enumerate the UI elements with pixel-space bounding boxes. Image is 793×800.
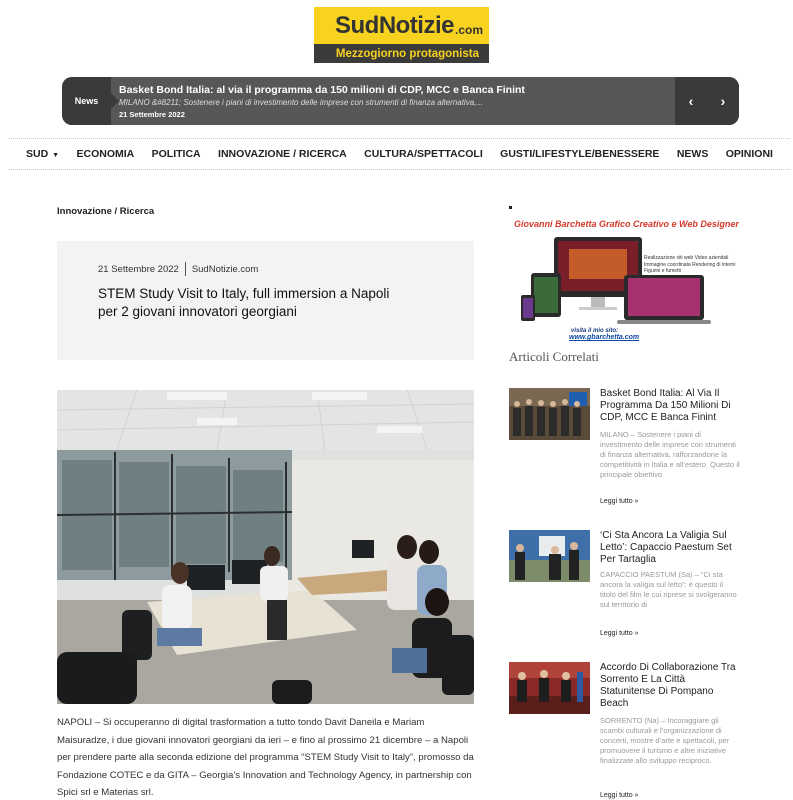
related-articles-heading: Articoli Correlati (509, 349, 599, 364)
logo-tagline: Mezzogiorno protagonista (314, 44, 489, 63)
related-thumbnail[interactable] (509, 530, 590, 582)
read-more-link[interactable]: Leggi tutto » (600, 630, 639, 637)
article-title: STEM Study Visit to Italy, full immersio… (98, 286, 390, 319)
related-thumbnail[interactable] (509, 662, 590, 714)
nav-item-gusti[interactable]: GUSTI/LIFESTYLE/BENESSERE (500, 148, 659, 160)
caret-down-icon: ▼ (52, 152, 60, 159)
nav-item-sud[interactable]: SUD ▼ (26, 148, 59, 160)
ticker-nav: ‹ › (675, 77, 739, 125)
related-article-title-link[interactable]: Basket Bond Italia: Al Via Il Programma … (600, 388, 740, 424)
ticker-headline-link[interactable]: Basket Bond Italia: al via il programma … (119, 84, 525, 96)
article-date: 21 Settembre 2022 (98, 263, 179, 275)
nav-item-innovazione[interactable]: INNOVAZIONE / RICERCA (218, 148, 347, 160)
nav-item-cultura[interactable]: CULTURA/SPETTACOLI (364, 148, 483, 160)
article-category[interactable]: Innovazione / Ricerca (57, 206, 154, 217)
ticker-date: 21 Settembre 2022 (119, 110, 185, 119)
sidebar-ad-banner[interactable]: Giovanni Barchetta Grafico Creativo e We… (509, 215, 739, 342)
nav-item-label: SUD (26, 148, 49, 160)
related-article-title-link[interactable]: Accordo Di Collaborazione Tra Sorrento E… (600, 662, 740, 710)
nav-item-economia[interactable]: ECONOMIA (77, 148, 135, 160)
office-photo-illustration (57, 390, 474, 704)
nav-item-opinioni[interactable]: OPINIONI (726, 148, 773, 160)
article-body: NAPOLI – Si occuperanno di digital trasf… (57, 717, 474, 798)
article-meta: 21 Settembre 2022 SudNotizie.com (98, 262, 258, 276)
ticker-next-button[interactable]: › (721, 93, 726, 109)
related-article-excerpt: SORRENTO (Na) – Incoraggiare gli scambi … (600, 716, 730, 765)
ad-title: Giovanni Barchetta Grafico Creativo e We… (514, 219, 739, 229)
read-more-link[interactable]: Leggi tutto » (600, 498, 639, 505)
article-source: SudNotizie.com (191, 263, 259, 275)
meta-divider (184, 262, 186, 276)
main-nav: SUD ▼ ECONOMIA POLITICA INNOVAZIONE / RIC… (9, 138, 790, 170)
ad-description: Realizzazione siti web Video aziendali I… (644, 255, 736, 274)
related-article-title-link[interactable]: ‘Ci Sta Ancora La Valigia Sul Letto’: Ca… (600, 530, 740, 566)
devices-mockup-illustration (521, 237, 711, 324)
ad-url-link[interactable]: www.gbarchetta.com (569, 334, 639, 341)
article-header: 21 Settembre 2022 SudNotizie.com STEM St… (57, 241, 474, 360)
logo-brand: SudNotizie (334, 11, 455, 39)
site-logo[interactable]: SudNotizie .com Mezzogiorno protagonista (314, 7, 489, 63)
related-thumbnail[interactable] (509, 388, 590, 440)
related-article-excerpt: CAPACCIO PAESTUM (Sa) – “Ci sta ancora l… (600, 570, 737, 609)
ticker-tag: News (62, 77, 119, 125)
nav-item-news[interactable]: NEWS (677, 148, 709, 160)
conference-photo-thumbnail (509, 388, 590, 440)
ticker-excerpt: MILANO &#8211; Sostenere i piani di inve… (119, 98, 484, 107)
nav-item-politica[interactable]: POLITICA (152, 148, 201, 160)
logo-brand-bar: SudNotizie .com (314, 7, 489, 44)
news-ticker: News Basket Bond Italia: al via il progr… (62, 77, 739, 125)
signing-photo-thumbnail (509, 662, 590, 714)
logo-tld: .com (454, 22, 483, 37)
read-more-link[interactable]: Leggi tutto » (600, 792, 639, 799)
event-photo-thumbnail (509, 530, 590, 582)
related-article-excerpt: MILANO – Sostenere i piani di investimen… (600, 430, 740, 479)
ticker-prev-button[interactable]: ‹ (689, 93, 694, 109)
article-photo (57, 390, 474, 704)
sidebar-bullet (509, 206, 512, 209)
